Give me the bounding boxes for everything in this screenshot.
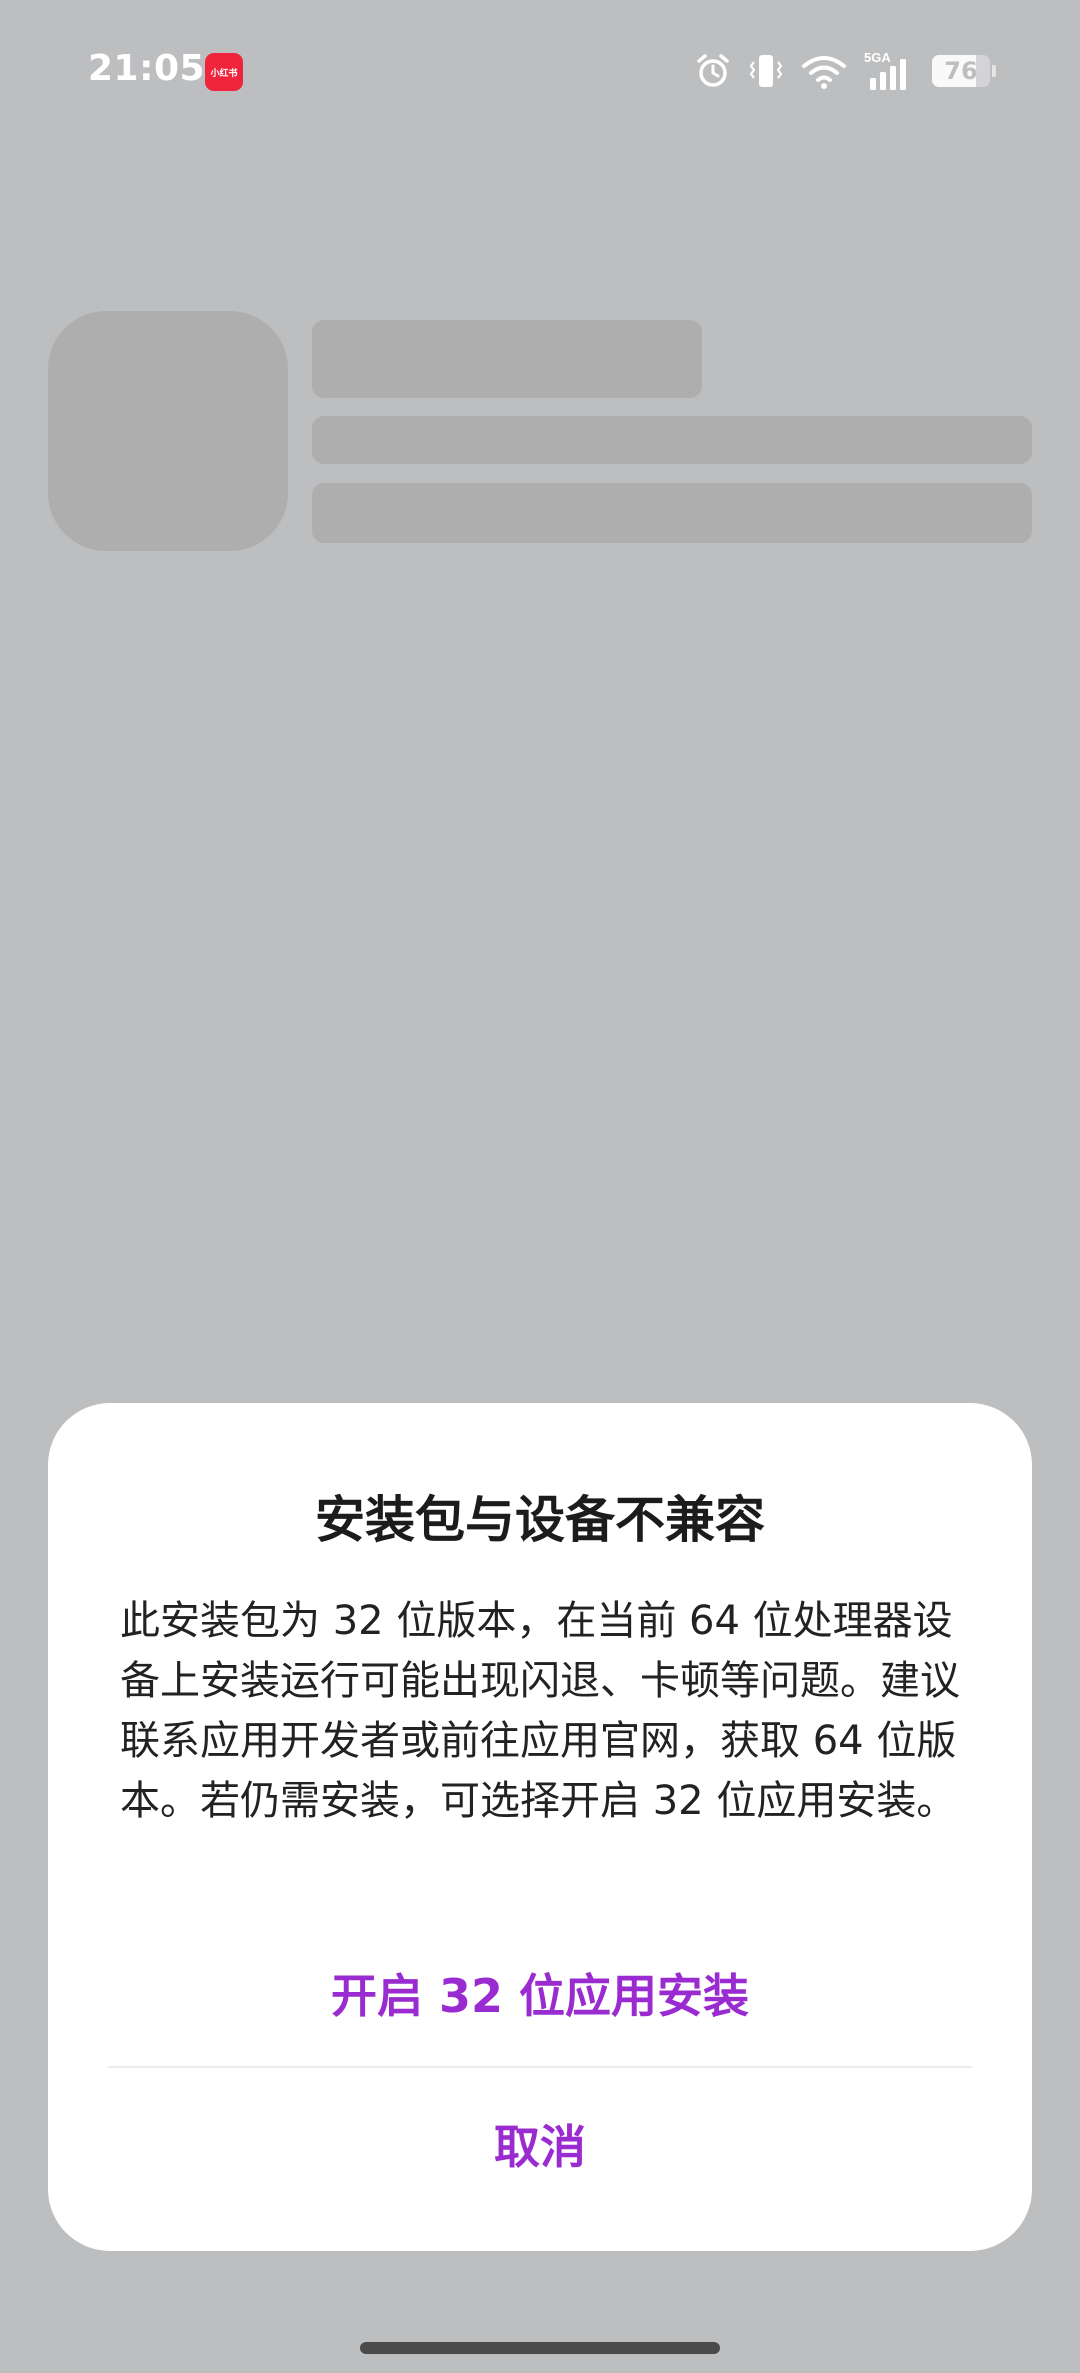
- dialog-divider: [108, 2066, 972, 2068]
- network-type-label: 5GA: [864, 50, 891, 65]
- battery-level: 76: [944, 57, 978, 85]
- app-name-placeholder: [312, 320, 702, 398]
- incompatible-package-dialog: 安装包与设备不兼容 此安装包为 32 位版本，在当前 64 位处理器设备上安装运…: [48, 1403, 1032, 2251]
- wifi-icon: [800, 52, 848, 90]
- status-icons: 5GA 76: [694, 46, 996, 96]
- cancel-button[interactable]: 取消: [48, 2099, 1032, 2189]
- dialog-message: 此安装包为 32 位版本，在当前 64 位处理器设备上安装运行可能出现闪退、卡顿…: [120, 1598, 960, 1824]
- status-bar: 21:05 小红书 5GA 76: [0, 0, 1080, 140]
- app-icon-placeholder: [48, 311, 288, 551]
- vibrate-icon: [748, 52, 784, 90]
- signal-icon: 5GA: [864, 50, 916, 92]
- enable-32bit-install-button[interactable]: 开启 32 位应用安装: [48, 1948, 1032, 2038]
- app-info-placeholder-1: [312, 416, 1032, 464]
- dialog-title: 安装包与设备不兼容: [315, 1491, 765, 1549]
- xiaohongshu-notification-icon: 小红书: [205, 53, 243, 91]
- battery-icon: 76: [932, 55, 996, 87]
- alarm-icon: [694, 52, 732, 90]
- app-info-placeholder-2: [312, 483, 1032, 543]
- home-indicator[interactable]: [360, 2342, 720, 2354]
- status-time: 21:05: [88, 48, 206, 89]
